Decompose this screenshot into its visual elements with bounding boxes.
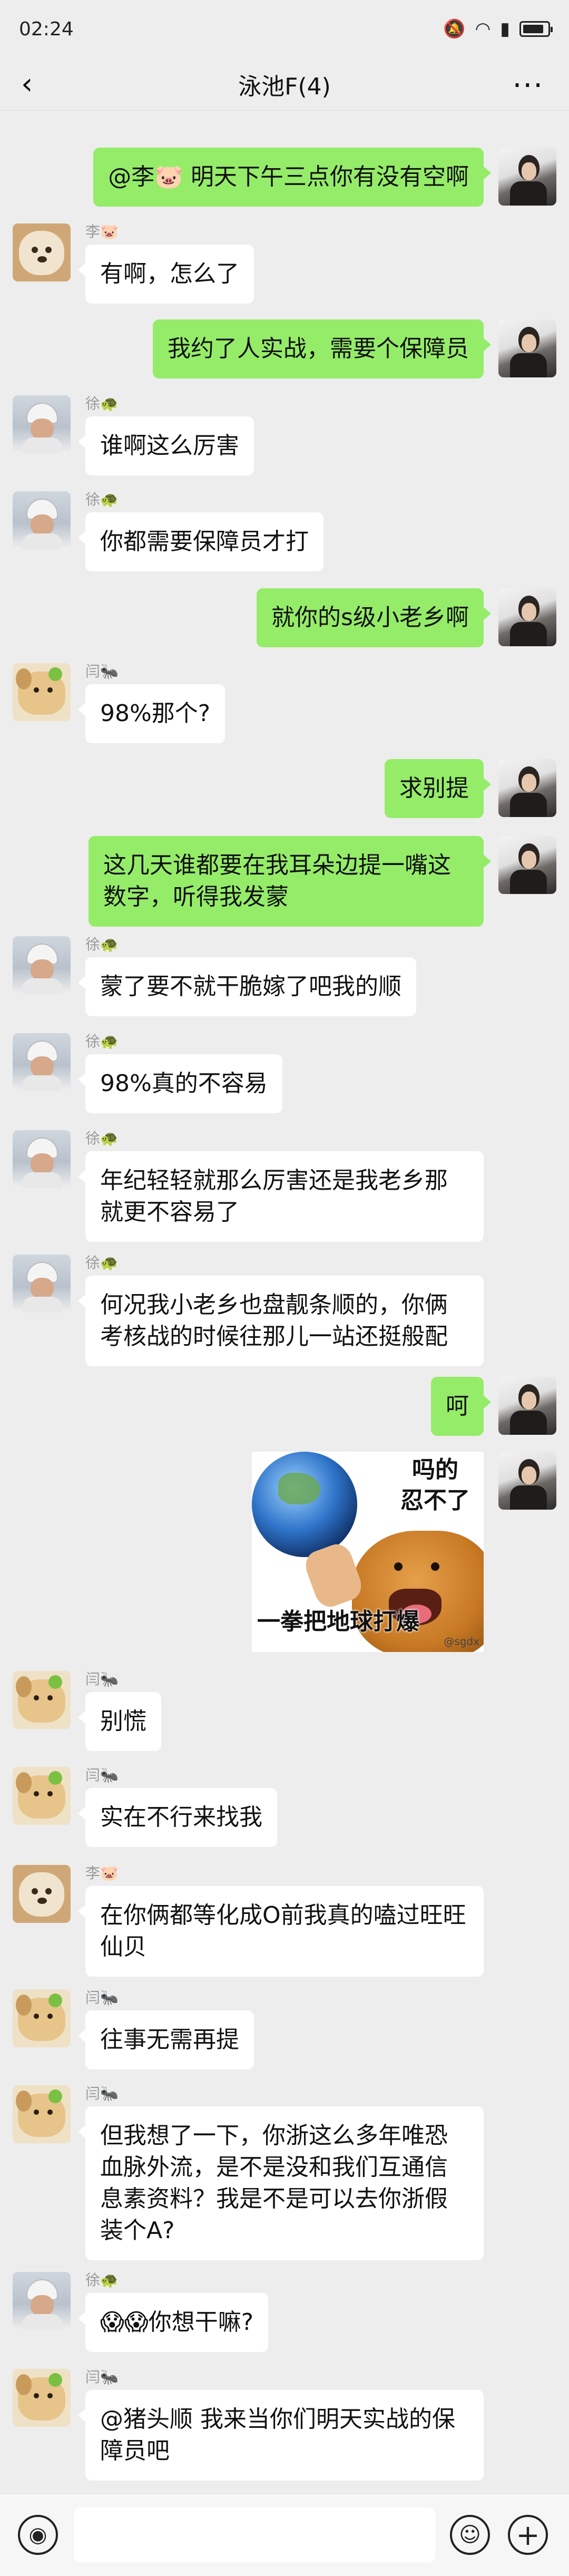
message-bubble[interactable]: 😱😱你想干嘛? — [77, 2293, 269, 2352]
sender-name: 李🐷 — [85, 1864, 119, 1882]
sticker-image[interactable]: 吗的 忍不了 一拳把地球打爆 @sgdx — [252, 1452, 484, 1652]
avatar[interactable] — [498, 588, 556, 646]
earth-graphic — [252, 1452, 357, 1557]
status-time: 02:24 — [19, 18, 74, 40]
input-bar: ◉ ☺ + — [0, 2493, 569, 2576]
message-bubble[interactable]: 你都需要保障员才打 — [78, 512, 323, 571]
message-bubble[interactable]: @猪头顺 我来当你们明天实战的保障员吧 — [78, 2390, 484, 2481]
avatar[interactable] — [13, 395, 71, 453]
avatar[interactable] — [498, 1377, 556, 1435]
sticker-line-1: 吗的 — [412, 1456, 458, 1483]
avatar[interactable] — [498, 148, 556, 206]
message-bubble[interactable]: 谁啊这么厉害 — [78, 416, 254, 475]
emoji-icon[interactable]: ☺ — [450, 2515, 490, 2555]
message-bubble[interactable]: 但我想了一下，你浙这么多年唯恐血脉外流，是不是没和我们互通信息素资料？我是不是可… — [78, 2106, 484, 2260]
avatar[interactable] — [498, 836, 556, 894]
avatar[interactable] — [13, 1671, 71, 1729]
avatar[interactable] — [13, 1255, 71, 1313]
chevron-left-icon[interactable]: ‹ — [21, 70, 33, 99]
message-bubble[interactable]: 实在不行来找我 — [78, 1788, 277, 1847]
sender-name: 闫🐜 — [85, 1766, 119, 1784]
voice-icon[interactable]: ◉ — [18, 2515, 58, 2555]
sender-name: 徐🐢 — [85, 1130, 119, 1147]
message-input[interactable] — [74, 2507, 435, 2562]
sticker-text-top: 吗的 忍不了 — [400, 1455, 470, 1516]
message-bubble[interactable]: 年纪轻轻就那么厉害还是我老乡那就更不容易了 — [78, 1151, 484, 1242]
more-dots-icon[interactable]: ··· — [513, 69, 544, 103]
status-bar: 02:24 🔕 ◠ ▮ — [0, 0, 569, 58]
sender-name: 闫🐜 — [85, 2085, 119, 2102]
avatar[interactable] — [13, 1767, 71, 1825]
chat-title: 泳池F(4) — [238, 73, 331, 100]
sticker-watermark: @sgdx — [444, 1635, 479, 1648]
avatar[interactable] — [13, 936, 71, 994]
avatar[interactable] — [13, 2272, 71, 2330]
message-bubble[interactable]: 蒙了要不就干脆嫁了吧我的顺 — [78, 957, 416, 1016]
mute-icon: 🔕 — [443, 18, 466, 40]
message-bubble[interactable]: 求别提 — [385, 759, 491, 818]
message-bubble[interactable]: 我约了人实战，需要个保障员 — [153, 319, 491, 378]
message-bubble[interactable]: 这几天谁都要在我耳朵边提一嘴这数字，听得我发蒙 — [89, 836, 491, 927]
avatar[interactable] — [13, 663, 71, 721]
message-bubble[interactable]: @李🐷 明天下午三点你有没有空啊 — [93, 148, 491, 207]
avatar[interactable] — [13, 223, 71, 281]
message-bubble[interactable]: 98%那个? — [77, 684, 225, 743]
sender-name: 李🐷 — [85, 223, 119, 240]
message-bubble[interactable]: 在你俩都等化成O前我真的嗑过旺旺仙贝 — [78, 1886, 484, 1977]
avatar[interactable] — [13, 491, 71, 549]
avatar[interactable] — [13, 1130, 71, 1188]
sender-name: 闫🐜 — [85, 2368, 119, 2386]
sender-name: 徐🐢 — [85, 1033, 119, 1050]
avatar[interactable] — [13, 1865, 71, 1923]
wifi-icon: ◠ — [475, 18, 491, 40]
avatar[interactable] — [498, 759, 556, 817]
sender-name: 徐🐢 — [85, 395, 119, 412]
avatar[interactable] — [13, 1033, 71, 1091]
sticker-caption: 一拳把地球打爆 — [257, 1608, 419, 1635]
avatar[interactable] — [498, 319, 556, 377]
avatar[interactable] — [13, 1989, 71, 2047]
message-bubble[interactable]: 有啊，怎么了 — [78, 245, 254, 304]
battery-icon — [519, 21, 553, 37]
chat-header: ‹ 泳池F(4) ··· — [0, 58, 569, 111]
plus-icon[interactable]: + — [508, 2515, 548, 2555]
message-bubble[interactable]: 何况我小老乡也盘靓条顺的，你俩考核战的时候往那儿一站还挺般配 — [78, 1276, 484, 1366]
avatar[interactable] — [13, 2085, 71, 2143]
avatar[interactable] — [13, 2369, 71, 2427]
sender-name: 徐🐢 — [85, 1254, 119, 1271]
message-bubble[interactable]: 98%真的不容易 — [78, 1054, 282, 1113]
message-bubble[interactable]: 往事无需再提 — [78, 2010, 254, 2069]
sender-name: 徐🐢 — [85, 936, 119, 953]
sticker-line-2: 忍不了 — [400, 1487, 470, 1514]
message-bubble[interactable]: 呵 — [431, 1377, 491, 1436]
sender-name: 徐🐢 — [85, 491, 119, 508]
sender-name: 闫🐜 — [85, 1989, 119, 2006]
sender-name: 闫🐜 — [85, 1670, 119, 1688]
sender-name: 闫🐜 — [85, 663, 119, 680]
message-bubble[interactable]: 别慌 — [78, 1692, 161, 1751]
sim-icon: ▮ — [500, 18, 510, 40]
avatar[interactable] — [498, 1452, 556, 1510]
status-icons: 🔕 ◠ ▮ — [443, 18, 553, 40]
sender-name: 徐🐢 — [85, 2271, 119, 2289]
message-bubble[interactable]: 就你的s级小老乡啊 — [257, 588, 491, 647]
